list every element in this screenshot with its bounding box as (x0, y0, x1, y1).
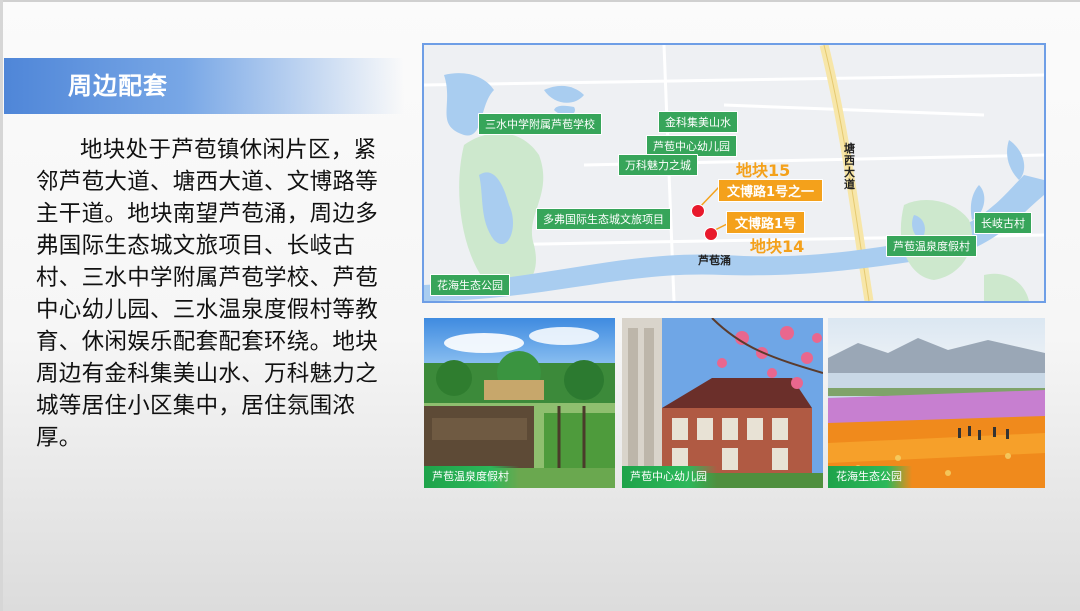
photo-kindergarten-caption: 芦苞中心幼儿园 (622, 466, 717, 488)
location-map: 三水中学附属芦苞学校 金科集美山水 芦苞中心幼儿园 万科魅力之城 多弗国际生态城… (422, 43, 1046, 303)
map-label-changqi: 长岐古村 (974, 212, 1032, 234)
road-label-tangxi: 塘西大道 (844, 142, 855, 191)
photo-flower-park: 花海生态公园 (828, 318, 1045, 488)
photo-hotspring-image (424, 318, 615, 488)
photo-flower-park-image (828, 318, 1045, 488)
parcel-14-name: 地块14 (750, 237, 805, 256)
map-label-school: 三水中学附属芦苞学校 (478, 113, 602, 135)
river-label: 芦苞涌 (698, 254, 731, 267)
body-paragraph: 地块处于芦苞镇休闲片区，紧邻芦苞大道、塘西大道、文博路等主干道。地块南望芦苞涌，… (36, 137, 379, 451)
map-label-flower-park: 花海生态公园 (430, 274, 510, 296)
photo-hotspring: 芦苞温泉度假村 (424, 318, 615, 488)
left-border (0, 0, 3, 611)
parcel-14-pin (704, 227, 718, 241)
map-label-hotspring: 芦苞温泉度假村 (886, 235, 977, 257)
section-title: 周边配套 (68, 72, 168, 100)
parcel-15-tag: 文博路1号之一 (718, 179, 824, 202)
map-label-dofo: 多弗国际生态城文旅项目 (536, 208, 671, 230)
map-background (424, 45, 1044, 301)
photo-kindergarten-image (622, 318, 823, 488)
map-label-vanke: 万科魅力之城 (618, 154, 698, 176)
photo-flower-park-caption: 花海生态公园 (828, 466, 912, 488)
map-label-jinke: 金科集美山水 (658, 111, 738, 133)
parcel-15-pin (691, 204, 705, 218)
photo-kindergarten: 芦苞中心幼儿园 (622, 318, 823, 488)
photo-hotspring-caption: 芦苞温泉度假村 (424, 466, 519, 488)
section-banner: 周边配套 (4, 58, 404, 114)
parcel-14-tag: 文博路1号 (726, 211, 806, 234)
top-border (0, 0, 1080, 2)
parcel-15-name: 地块15 (736, 161, 791, 180)
